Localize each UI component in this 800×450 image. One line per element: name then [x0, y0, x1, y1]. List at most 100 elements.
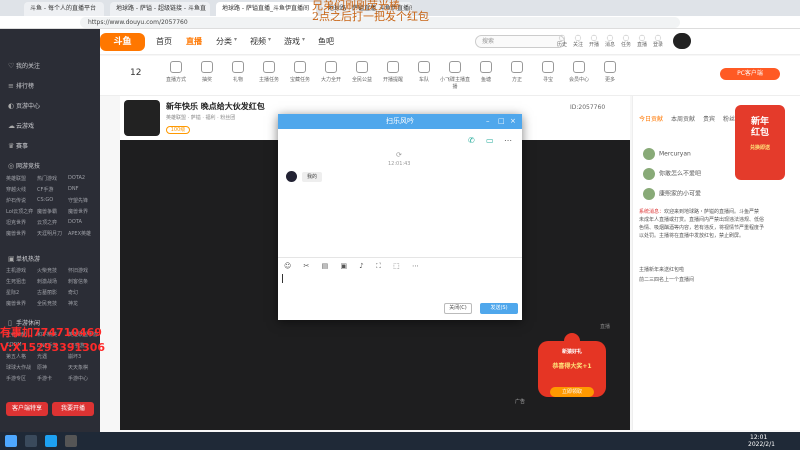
nav-games[interactable]: 游戏	[284, 36, 300, 47]
client-button[interactable]: 客户端特享	[6, 402, 48, 416]
category-item[interactable]: 寻宝	[533, 61, 563, 83]
category-item[interactable]: 宝藏任务	[285, 61, 315, 83]
header-icon-2[interactable]: ◌ 开播	[587, 33, 601, 49]
message-input[interactable]	[282, 270, 518, 300]
browser-tab[interactable]: 地球路 - 萨镒 - 超级链接 - 斗鱼直	[110, 2, 210, 16]
tab-week[interactable]: 本周贡献	[671, 114, 695, 123]
douyu-logo[interactable]: 斗鱼	[100, 33, 145, 51]
sidebar-category-link[interactable]: 第五人格	[6, 353, 26, 360]
category-item[interactable]: 小飞碟主播直播	[440, 61, 470, 90]
browser-tab[interactable]: 斗鱼 - 每个人的直播平台	[24, 2, 104, 16]
category-item[interactable]: 开播提醒	[378, 61, 408, 83]
windows-start-icon[interactable]	[5, 435, 17, 447]
category-item[interactable]: 方正	[502, 61, 532, 83]
category-item[interactable]: 全民公益	[347, 61, 377, 83]
sidebar-category-link[interactable]: 刺客信条	[68, 278, 88, 285]
sidebar-category-link[interactable]: 古墓丽影	[37, 289, 57, 296]
claim-button[interactable]: 立即领取	[550, 387, 594, 397]
tab-today[interactable]: 今日贡献	[639, 114, 663, 123]
sidebar-category-link[interactable]: DOTA2	[68, 175, 85, 181]
sidebar-category-link[interactable]: 崩坏3	[68, 353, 81, 360]
more-icon[interactable]: ⋯	[504, 136, 512, 145]
header-icon-6[interactable]: ◌ 登录	[651, 33, 665, 49]
sidebar-category-link[interactable]: 炉石传说	[6, 197, 26, 204]
rank-item[interactable]: Mercuryan	[643, 148, 691, 160]
header-icon-0[interactable]: ◌ 历史	[555, 33, 569, 49]
sidebar-category-link[interactable]: 手游专区	[6, 375, 26, 382]
close-icon[interactable]: ×	[510, 114, 516, 129]
sidebar-category-link[interactable]: APEX英雄	[68, 230, 91, 237]
header-icon-4[interactable]: ◌ 任务	[619, 33, 633, 49]
nav-home[interactable]: 首页	[156, 36, 172, 47]
sidebar-category-link[interactable]: 神龙	[68, 300, 78, 307]
pc-client-button[interactable]: PC客户端	[720, 68, 780, 80]
sidebar-category-link[interactable]: 魔兽世界	[6, 300, 26, 307]
header-icon-5[interactable]: ◌ 直播	[635, 33, 649, 49]
sidebar-category-link[interactable]: 生死狙击	[6, 278, 26, 285]
sidebar-category-link[interactable]: 英雄联盟	[6, 175, 26, 182]
sidebar-category-link[interactable]: Lol云顶之弈	[6, 208, 33, 215]
category-item[interactable]: 车队	[409, 61, 439, 83]
sidebar-category-link[interactable]: CS:GO	[37, 197, 53, 203]
sidebar-category-link[interactable]: 主机游戏	[6, 267, 26, 274]
avatar[interactable]	[673, 33, 691, 49]
sidebar-category-link[interactable]: 奇幻	[68, 289, 78, 296]
sidebar-category-link[interactable]: 星际2	[6, 289, 19, 296]
send-button[interactable]: 发送(S)	[480, 303, 518, 314]
nav-yuba[interactable]: 鱼吧	[318, 36, 334, 47]
video-call-icon[interactable]: ▭	[486, 136, 494, 145]
browser-tab-active[interactable]: 地球路 - 萨镒直播_斗鱼伊直播间	[216, 2, 316, 16]
category-item[interactable]: 礼物	[223, 61, 253, 83]
sidebar-category-link[interactable]: 手游中心	[68, 375, 88, 382]
sidebar-category-link[interactable]: 手游卡	[37, 375, 52, 382]
sidebar-category-link[interactable]: 火柴竞技	[37, 267, 57, 274]
nav-live[interactable]: 直播	[186, 36, 202, 47]
sidebar-category-link[interactable]: 魔兽世界	[68, 208, 88, 215]
browser-icon[interactable]	[45, 435, 57, 447]
sidebar-category-link[interactable]: 热门游戏	[37, 175, 57, 182]
sidebar-category-link[interactable]: CF手游	[37, 186, 53, 193]
sidebar-category-link[interactable]: 光遇	[37, 353, 47, 360]
sidebar-category-link[interactable]: 全民竞技	[37, 300, 57, 307]
sidebar-category-link[interactable]: 刺激战场	[37, 278, 57, 285]
nav-category[interactable]: 分类	[216, 36, 232, 47]
sidebar-item-rank[interactable]: ≡ 排行榜	[8, 81, 34, 90]
nav-video[interactable]: 视频	[250, 36, 266, 47]
sidebar-item-games[interactable]: ◐ 页游中心	[8, 101, 40, 110]
category-item[interactable]: 主播任务	[254, 61, 284, 83]
sidebar-item-follow[interactable]: ♡ 我的关注	[8, 61, 40, 70]
sidebar-section-competitive[interactable]: ◎ 网游竞技	[8, 161, 40, 170]
sidebar-category-link[interactable]: DNF	[68, 186, 78, 192]
close-button[interactable]: 关闭(C)	[444, 303, 472, 314]
app-icon[interactable]	[65, 435, 77, 447]
category-item[interactable]: 更多	[595, 61, 625, 83]
sidebar-category-link[interactable]: 原神	[37, 364, 47, 371]
start-stream-button[interactable]: 我要开播	[52, 402, 94, 416]
maximize-icon[interactable]: □	[498, 114, 505, 129]
category-item[interactable]: 直播方式	[161, 61, 191, 83]
category-item[interactable]: 抽奖	[192, 61, 222, 83]
header-icon-1[interactable]: ◌ 关注	[571, 33, 585, 49]
sidebar-item-events[interactable]: ♛ 赛事	[8, 141, 28, 150]
category-item[interactable]: 会员中心	[564, 61, 594, 83]
newbie-gift-popup[interactable]: 新猿好礼 恭喜得大奖+1 立即领取	[532, 333, 612, 405]
category-item[interactable]: 鱼塘	[471, 61, 501, 83]
category-item[interactable]: 大力全开	[316, 61, 346, 83]
sidebar-category-link[interactable]: 天天象棋	[68, 364, 88, 371]
search-input[interactable]: 搜索	[475, 35, 565, 48]
sidebar-item-cloud[interactable]: ☁云游戏	[8, 121, 34, 130]
sidebar-category-link[interactable]: 云顶之弈	[37, 219, 57, 226]
sidebar-category-link[interactable]: 天涯明月刀	[37, 230, 62, 237]
rank-item[interactable]: 你敢怎么不爱吧	[643, 168, 701, 180]
search-icon[interactable]	[25, 435, 37, 447]
tab-vip[interactable]: 贵宾	[703, 114, 715, 123]
sidebar-category-link[interactable]: 魔兽争霸	[37, 208, 57, 215]
sidebar-category-link[interactable]: 守望先锋	[68, 197, 88, 204]
sidebar-category-link[interactable]: 穿越火线	[6, 186, 26, 193]
sidebar-category-link[interactable]: DOTA	[68, 219, 82, 225]
minimize-icon[interactable]: –	[486, 114, 490, 129]
sidebar-category-link[interactable]: 坦克世界	[6, 219, 26, 226]
sidebar-section-single[interactable]: ▣单机热游	[8, 254, 40, 263]
sidebar-category-link[interactable]: 怀旧游戏	[68, 267, 88, 274]
phone-icon[interactable]: ✆	[468, 136, 475, 145]
